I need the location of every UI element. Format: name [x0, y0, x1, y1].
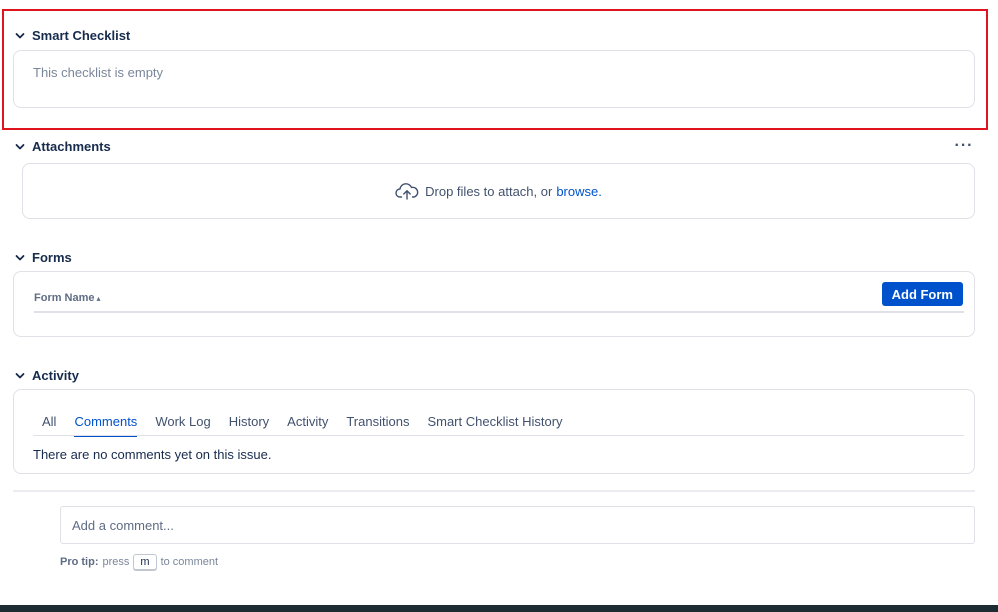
tabs-divider [33, 435, 964, 436]
tab-smart-checklist-history[interactable]: Smart Checklist History [418, 414, 571, 435]
tab-activity[interactable]: Activity [278, 414, 337, 435]
attachments-header[interactable]: Attachments [14, 139, 111, 154]
smart-checklist-panel: This checklist is empty [13, 50, 975, 108]
browse-link[interactable]: browse. [556, 184, 602, 199]
chevron-down-icon[interactable] [14, 252, 26, 264]
drop-files-text: Drop files to attach, or [425, 183, 553, 199]
chevron-down-icon[interactable] [14, 30, 26, 42]
activity-tabs: All Comments Work Log History Activity T… [33, 414, 572, 437]
forms-divider [34, 311, 964, 313]
pro-tip-label: Pro tip: [60, 556, 99, 568]
attachments-title: Attachments [32, 139, 111, 154]
forms-panel: Form Name ▴ Add Form [13, 271, 975, 337]
tab-history[interactable]: History [220, 414, 278, 435]
chevron-down-icon[interactable] [14, 141, 26, 153]
forms-title: Forms [32, 250, 72, 265]
footer-bar [0, 605, 998, 612]
activity-panel: All Comments Work Log History Activity T… [13, 389, 975, 474]
sort-ascending-icon: ▴ [96, 293, 101, 303]
shortcut-key: m [133, 554, 157, 570]
activity-header[interactable]: Activity [14, 368, 79, 383]
smart-checklist-header[interactable]: Smart Checklist [14, 28, 130, 43]
section-divider [13, 490, 975, 492]
forms-header[interactable]: Forms [14, 250, 72, 265]
tab-work-log[interactable]: Work Log [146, 414, 219, 435]
add-form-button[interactable]: Add Form [881, 282, 963, 306]
more-horizontal-icon: ··· [954, 137, 974, 154]
tab-comments[interactable]: Comments [65, 414, 146, 437]
cloud-upload-icon [395, 182, 419, 200]
chevron-down-icon[interactable] [14, 370, 26, 382]
form-name-column-header[interactable]: Form Name ▴ [34, 292, 101, 304]
form-name-label: Form Name [34, 292, 95, 304]
no-comments-text: There are no comments yet on this issue. [33, 447, 272, 462]
smart-checklist-title: Smart Checklist [32, 28, 131, 43]
activity-title: Activity [32, 368, 79, 383]
attachments-dropzone[interactable]: Drop files to attach, or browse. [22, 163, 975, 219]
pro-tip: Pro tip: press m to comment [60, 554, 218, 570]
add-comment-input[interactable] [60, 506, 975, 544]
attachments-more-button[interactable]: ··· [950, 136, 978, 156]
checklist-empty-text: This checklist is empty [33, 65, 164, 80]
pro-tip-press: press [102, 556, 130, 568]
pro-tip-suffix: to comment [160, 556, 219, 568]
tab-all[interactable]: All [33, 414, 65, 435]
tab-transitions[interactable]: Transitions [337, 414, 418, 435]
